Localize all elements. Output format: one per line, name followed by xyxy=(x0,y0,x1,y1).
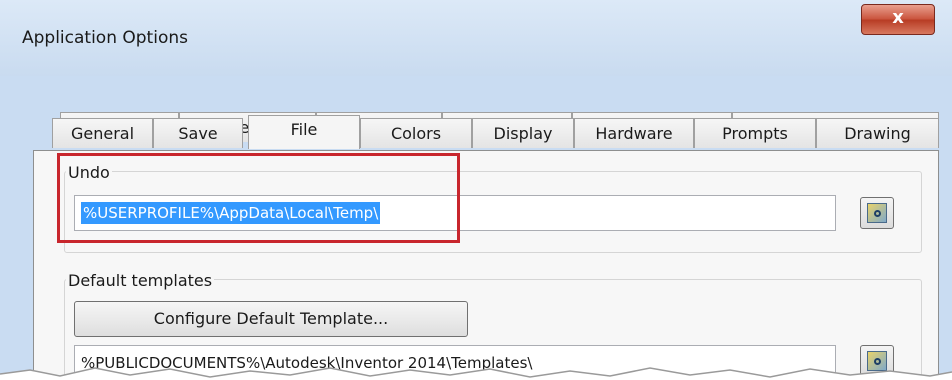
window-title: Application Options xyxy=(22,28,188,48)
torn-edge xyxy=(0,367,952,380)
tab-hardware[interactable]: Hardware xyxy=(574,118,694,148)
close-button[interactable]: x xyxy=(861,4,935,35)
tab-general[interactable]: General xyxy=(52,118,153,148)
configure-default-template-button[interactable]: Configure Default Template... xyxy=(74,301,468,337)
tab-prompts[interactable]: Prompts xyxy=(694,118,816,148)
tab-colors[interactable]: Colors xyxy=(360,118,472,148)
tab-save[interactable]: Save xyxy=(153,118,243,148)
close-icon: x xyxy=(892,7,904,28)
tab-display[interactable]: Display xyxy=(472,118,574,148)
highlight-box xyxy=(57,153,460,243)
tab-drawing[interactable]: Drawing xyxy=(816,118,939,148)
default-templates-label: Default templates xyxy=(66,271,215,290)
tab-file[interactable]: File xyxy=(248,115,360,149)
title-bar: Application Options x xyxy=(0,0,952,76)
application-options-window: Application Options x Notebook Sketch Pa… xyxy=(0,0,952,380)
undo-browse-button[interactable] xyxy=(860,197,894,229)
folder-browse-icon xyxy=(867,203,887,223)
